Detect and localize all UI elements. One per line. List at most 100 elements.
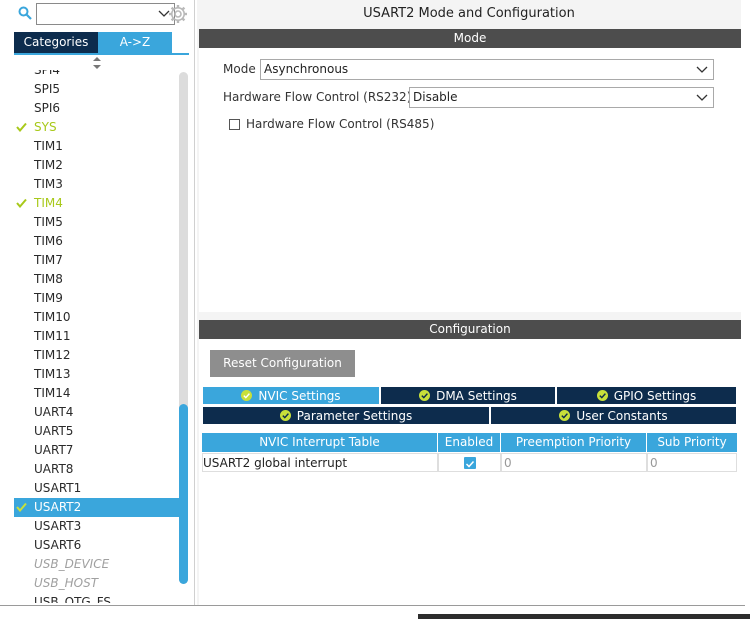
nvic-header-enabled[interactable]: Enabled <box>438 433 501 452</box>
tab-underline <box>14 53 189 55</box>
check-icon <box>16 502 27 512</box>
nvic-header-preemption[interactable]: Preemption Priority <box>501 433 647 452</box>
list-item[interactable]: TIM4 <box>14 194 179 213</box>
tab-gpio-settings-label: GPIO Settings <box>613 389 697 403</box>
list-item-label: UART8 <box>34 462 74 476</box>
sort-arrows-icon[interactable] <box>92 57 102 69</box>
list-item[interactable]: USB_DEVICE <box>14 555 179 574</box>
list-item[interactable]: TIM13 <box>14 365 179 384</box>
mode-config-panel: USART2 Mode and Configuration Mode Mode … <box>197 0 741 605</box>
list-item[interactable]: USB_OTG_FS <box>14 593 179 603</box>
list-item[interactable]: TIM14 <box>14 384 179 403</box>
background-window-edge <box>418 614 750 619</box>
panel-title: USART2 Mode and Configuration <box>197 0 741 28</box>
mode-select[interactable]: Asynchronous <box>260 59 714 80</box>
search-combobox[interactable] <box>36 3 175 25</box>
tab-parameter-settings-label: Parameter Settings <box>296 409 413 423</box>
nvic-row-enabled-cell <box>438 453 501 472</box>
list-item-label: UART4 <box>34 405 74 419</box>
flow-control-rs232-value: Disable <box>413 90 458 104</box>
section-divider <box>199 312 741 320</box>
flow-control-rs232-select[interactable]: Disable <box>409 87 714 108</box>
list-item[interactable]: TIM8 <box>14 270 179 289</box>
list-item-label: TIM14 <box>34 386 71 400</box>
list-item-label: TIM13 <box>34 367 71 381</box>
config-section-header: Configuration <box>199 320 741 339</box>
list-item[interactable]: TIM1 <box>14 137 179 156</box>
mode-select-value: Asynchronous <box>264 62 349 76</box>
list-item-label: TIM2 <box>34 158 63 172</box>
reset-configuration-button[interactable]: Reset Configuration <box>210 350 355 377</box>
nvic-header-sub-priority[interactable]: Sub Priority <box>647 433 737 452</box>
list-item[interactable]: TIM11 <box>14 327 179 346</box>
list-item[interactable]: TIM2 <box>14 156 179 175</box>
tab-categories[interactable]: Categories <box>14 32 98 53</box>
list-item-label: TIM4 <box>34 196 63 210</box>
chevron-down-icon <box>696 66 708 73</box>
mode-section-header: Mode <box>199 29 741 48</box>
check-circle-icon <box>279 410 291 421</box>
list-item[interactable]: UART7 <box>14 441 179 460</box>
list-item[interactable]: SPI6 <box>14 99 179 118</box>
list-item-label: USB_HOST <box>34 576 99 590</box>
nvic-row-preemption[interactable]: 0 <box>501 453 647 472</box>
list-item[interactable]: SPI4 <box>14 70 179 80</box>
tab-dma-settings[interactable]: DMA Settings <box>380 386 556 405</box>
gear-icon[interactable] <box>168 4 188 24</box>
list-item[interactable]: TIM3 <box>14 175 179 194</box>
list-item[interactable]: USB_HOST <box>14 574 179 593</box>
list-item[interactable]: TIM7 <box>14 251 179 270</box>
tab-parameter-settings[interactable]: Parameter Settings <box>202 406 490 425</box>
tab-dma-settings-label: DMA Settings <box>436 389 517 403</box>
nvic-row-name: USART2 global interrupt <box>202 453 438 472</box>
list-item[interactable]: UART8 <box>14 460 179 479</box>
list-item-label: TIM11 <box>34 329 71 343</box>
list-item-label: USB_OTG_FS <box>34 595 112 603</box>
nvic-enabled-checkbox[interactable] <box>464 457 476 469</box>
mode-label: Mode <box>223 62 256 76</box>
nvic-header-interrupt[interactable]: NVIC Interrupt Table <box>202 433 438 452</box>
list-item-label: TIM6 <box>34 234 63 248</box>
list-item[interactable]: USART6 <box>14 536 179 555</box>
tree-view-tabs: Categories A->Z <box>14 32 189 53</box>
list-item-label: TIM12 <box>34 348 71 362</box>
list-item-label: UART7 <box>34 443 74 457</box>
list-item-label: TIM3 <box>34 177 63 191</box>
search-input[interactable] <box>37 4 151 24</box>
list-item-label: TIM10 <box>34 310 71 324</box>
list-item[interactable]: USART3 <box>14 517 179 536</box>
list-item[interactable]: TIM9 <box>14 289 179 308</box>
list-item[interactable]: TIM12 <box>14 346 179 365</box>
chevron-down-icon <box>696 94 708 101</box>
window-bottom-border <box>0 605 745 606</box>
nvic-row-sub-priority[interactable]: 0 <box>647 453 737 472</box>
flow-control-rs485-checkbox[interactable] <box>229 119 240 130</box>
list-item[interactable]: UART5 <box>14 422 179 441</box>
list-item[interactable]: UART4 <box>14 403 179 422</box>
search-row <box>16 3 191 25</box>
list-item[interactable]: TIM6 <box>14 232 179 251</box>
check-circle-icon <box>559 410 571 421</box>
check-circle-icon <box>419 390 431 401</box>
list-item[interactable]: USART2 <box>14 498 179 517</box>
list-item-label: SPI5 <box>34 82 61 96</box>
list-scrollbar-thumb[interactable] <box>179 404 188 584</box>
tab-user-constants[interactable]: User Constants <box>490 406 737 425</box>
tab-a-to-z[interactable]: A->Z <box>98 32 172 53</box>
list-item[interactable]: TIM5 <box>14 213 179 232</box>
list-item-label: SPI6 <box>34 101 61 115</box>
tab-nvic-settings-label: NVIC Settings <box>258 389 341 403</box>
tab-gpio-settings[interactable]: GPIO Settings <box>556 386 737 405</box>
list-item-label: USART2 <box>34 500 82 514</box>
configuration-section: Reset Configuration NVIC Settings DMA Se… <box>199 339 741 605</box>
list-item[interactable]: SYS <box>14 118 179 137</box>
search-icon[interactable] <box>18 6 32 20</box>
list-item[interactable]: SPI5 <box>14 80 179 99</box>
check-circle-icon <box>241 390 253 401</box>
tab-nvic-settings[interactable]: NVIC Settings <box>202 386 380 405</box>
list-item-label: USART6 <box>34 538 82 552</box>
list-item-label: TIM8 <box>34 272 63 286</box>
check-circle-icon <box>596 390 608 401</box>
list-item[interactable]: USART1 <box>14 479 179 498</box>
list-item[interactable]: TIM10 <box>14 308 179 327</box>
